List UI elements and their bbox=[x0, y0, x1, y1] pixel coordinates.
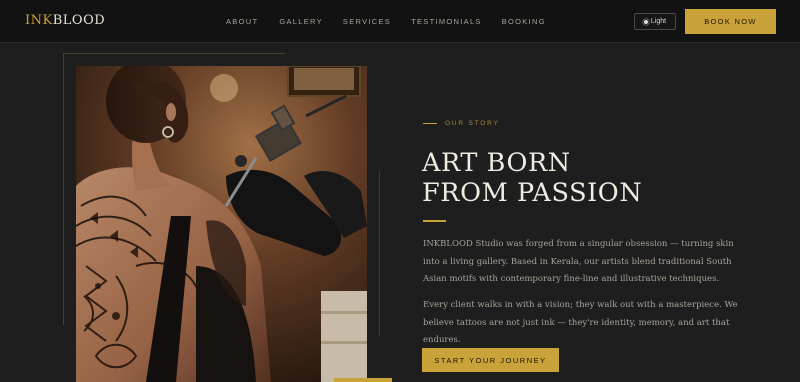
nav-links: ABOUT GALLERY SERVICES TESTIMONIALS BOOK… bbox=[226, 17, 566, 26]
image-accent-bar bbox=[334, 378, 392, 382]
nav-link-booking[interactable]: BOOKING bbox=[502, 17, 546, 26]
start-journey-button[interactable]: START YOUR JOURNEY bbox=[422, 348, 559, 372]
nav-link-about[interactable]: ABOUT bbox=[226, 17, 258, 26]
headline-line2: FROM PASSION bbox=[422, 178, 643, 208]
frame-line-right bbox=[379, 171, 380, 336]
sun-icon bbox=[643, 19, 648, 24]
logo-prefix: INK bbox=[25, 13, 53, 28]
logo-suffix: BLOOD bbox=[52, 13, 106, 28]
theme-toggle-button[interactable]: Light bbox=[634, 13, 676, 30]
frame-line-top bbox=[63, 53, 285, 54]
theme-toggle-label: Light bbox=[650, 18, 667, 25]
brand-logo[interactable]: INKBLOOD bbox=[25, 13, 105, 28]
nav-link-services[interactable]: SERVICES bbox=[343, 17, 391, 26]
section-eyebrow: OUR STORY bbox=[423, 120, 500, 127]
tattoo-artist-photo bbox=[76, 66, 367, 382]
headline-line1: ART BORN bbox=[422, 148, 571, 178]
navbar: INKBLOOD ABOUT GALLERY SERVICES TESTIMON… bbox=[0, 0, 800, 43]
nav-link-testimonials[interactable]: TESTIMONIALS bbox=[411, 17, 482, 26]
title-underline bbox=[423, 220, 446, 222]
eyebrow-label: OUR STORY bbox=[445, 120, 500, 127]
page-title: ART BORN FROM PASSION bbox=[422, 148, 642, 208]
frame-line-left bbox=[63, 53, 64, 325]
book-now-button[interactable]: BOOK NOW bbox=[685, 9, 776, 34]
story-paragraph-2: Every client walks in with a vision; the… bbox=[423, 300, 738, 345]
eyebrow-dash bbox=[423, 123, 437, 124]
nav-link-gallery[interactable]: GALLERY bbox=[279, 17, 323, 26]
photo-illustration bbox=[76, 66, 367, 382]
story-paragraph-1: INKBLOOD Studio was forged from a singul… bbox=[423, 239, 734, 284]
